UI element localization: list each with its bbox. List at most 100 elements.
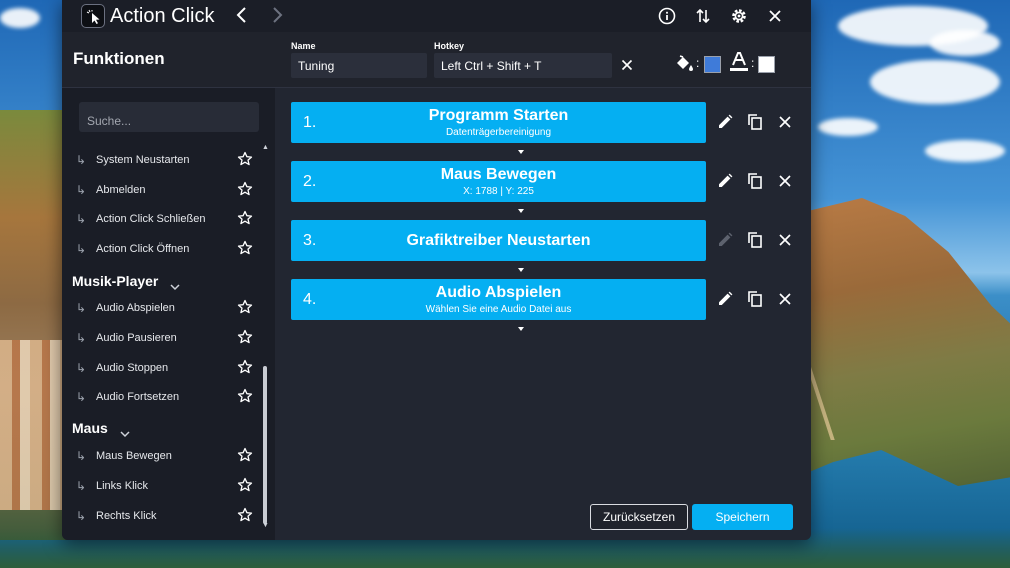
- sub-arrow-icon: ↳: [76, 183, 87, 197]
- text-color-swatch[interactable]: [758, 56, 775, 73]
- list-item-label: Action Click Öffnen: [96, 243, 190, 255]
- close-icon[interactable]: [764, 5, 786, 27]
- list-item[interactable]: ↳ Abmelden: [62, 178, 262, 204]
- star-icon[interactable]: [237, 299, 253, 315]
- list-item-label: Rechts Klick: [96, 510, 157, 522]
- sub-arrow-icon: ↳: [76, 509, 87, 523]
- copy-icon[interactable]: [746, 172, 764, 190]
- list-item[interactable]: ↳ Rechts Klick: [62, 504, 262, 530]
- reset-button[interactable]: Zurücksetzen: [590, 504, 688, 530]
- step-connector-arrow: [518, 268, 524, 272]
- sub-arrow-icon: ↳: [76, 212, 87, 226]
- sub-arrow-icon: ↳: [76, 153, 87, 167]
- color-separator: :: [751, 56, 755, 70]
- sidebar-header: Funktionen: [62, 32, 275, 88]
- app-cursor-icon: [81, 4, 105, 28]
- list-item[interactable]: ↳ System Neustarten: [62, 148, 262, 174]
- delete-icon[interactable]: [776, 231, 794, 249]
- category-musik-player[interactable]: Musik-Player: [72, 273, 180, 291]
- scrollbar-thumb[interactable]: [263, 366, 267, 524]
- step-title: Maus Bewegen: [440, 166, 557, 183]
- chevron-down-icon: [120, 425, 130, 438]
- step-connector-arrow: [518, 150, 524, 154]
- copy-icon[interactable]: [746, 113, 764, 131]
- star-icon[interactable]: [237, 447, 253, 463]
- list-item-label: Action Click Schließen: [96, 213, 206, 225]
- list-item-label: Links Klick: [96, 480, 148, 492]
- list-item[interactable]: ↳ Audio Fortsetzen: [62, 385, 262, 411]
- step-title: Audio Abspielen: [435, 284, 562, 301]
- category-maus[interactable]: Maus: [72, 420, 130, 438]
- step-title: Programm Starten: [428, 107, 569, 124]
- star-icon[interactable]: [237, 181, 253, 197]
- paint-bucket-icon: [674, 54, 696, 74]
- sub-arrow-icon: ↳: [76, 301, 87, 315]
- macro-form: Name Hotkey : :: [275, 32, 811, 88]
- clear-hotkey-icon[interactable]: [619, 57, 635, 73]
- edit-icon[interactable]: [716, 172, 734, 190]
- delete-icon[interactable]: [776, 113, 794, 131]
- sidebar: Funktionen ↳ System Neustarten ↳ Abmelde…: [62, 32, 275, 540]
- star-icon[interactable]: [237, 507, 253, 523]
- list-item[interactable]: ↳ Audio Pausieren: [62, 326, 262, 352]
- sort-icon[interactable]: [692, 5, 714, 27]
- name-field[interactable]: [291, 53, 427, 78]
- list-item-label: Abmelden: [96, 184, 146, 196]
- step-card[interactable]: 3. Grafiktreiber Neustarten: [291, 220, 706, 261]
- list-item[interactable]: ↳ Links Klick: [62, 474, 262, 500]
- forward-icon[interactable]: [267, 4, 287, 26]
- scroll-down-icon[interactable]: ▼: [262, 522, 269, 529]
- star-icon[interactable]: [237, 477, 253, 493]
- step-connector-arrow: [518, 327, 524, 331]
- sub-arrow-icon: ↳: [76, 242, 87, 256]
- info-icon[interactable]: [656, 5, 678, 27]
- name-label: Name: [291, 41, 316, 51]
- step-card[interactable]: 1. Programm Starten Datenträgerbereinigu…: [291, 102, 706, 143]
- star-icon[interactable]: [237, 151, 253, 167]
- edit-icon[interactable]: [716, 290, 734, 308]
- delete-icon[interactable]: [776, 290, 794, 308]
- sub-arrow-icon: ↳: [76, 449, 87, 463]
- star-icon[interactable]: [237, 240, 253, 256]
- list-item[interactable]: ↳ Audio Stoppen: [62, 356, 262, 382]
- star-icon[interactable]: [237, 210, 253, 226]
- star-icon[interactable]: [237, 329, 253, 345]
- copy-icon[interactable]: [746, 290, 764, 308]
- sub-arrow-icon: ↳: [76, 390, 87, 404]
- edit-icon[interactable]: [716, 113, 734, 131]
- list-item[interactable]: ↳ Maus Bewegen: [62, 444, 262, 470]
- background-color-swatch[interactable]: [704, 56, 721, 73]
- title-bar: Action Click: [62, 0, 811, 32]
- search-input[interactable]: [79, 102, 259, 132]
- sub-arrow-icon: ↳: [76, 331, 87, 345]
- step-title: Grafiktreiber Neustarten: [406, 232, 591, 249]
- list-item-label: Audio Fortsetzen: [96, 391, 180, 403]
- step-subtitle: Datenträgerbereinigung: [445, 127, 552, 138]
- save-button[interactable]: Speichern: [692, 504, 793, 530]
- step-connector-arrow: [518, 209, 524, 213]
- sidebar-scrollbar[interactable]: ▲ ▼: [262, 144, 269, 530]
- list-item-label: Audio Stoppen: [96, 362, 169, 374]
- step-subtitle: Wählen Sie eine Audio Datei aus: [425, 304, 572, 315]
- step-card[interactable]: 4. Audio Abspielen Wählen Sie eine Audio…: [291, 279, 706, 320]
- sub-arrow-icon: ↳: [76, 361, 87, 375]
- back-icon[interactable]: [232, 4, 252, 26]
- step-card[interactable]: 2. Maus Bewegen X: 1788 | Y: 225: [291, 161, 706, 202]
- category-label: Musik-Player: [72, 273, 159, 289]
- sub-arrow-icon: ↳: [76, 479, 87, 493]
- hotkey-label: Hotkey: [434, 41, 465, 51]
- list-item[interactable]: ↳ Audio Abspielen: [62, 296, 262, 322]
- list-item[interactable]: ↳ Action Click Schließen: [62, 207, 262, 233]
- text-color-icon: [729, 51, 749, 73]
- list-item-label: Maus Bewegen: [96, 450, 172, 462]
- color-separator: :: [696, 56, 700, 70]
- star-icon[interactable]: [237, 388, 253, 404]
- copy-icon[interactable]: [746, 231, 764, 249]
- delete-icon[interactable]: [776, 172, 794, 190]
- list-item[interactable]: ↳ Action Click Öffnen: [62, 237, 262, 263]
- star-icon[interactable]: [237, 359, 253, 375]
- scroll-up-icon[interactable]: ▲: [262, 144, 269, 151]
- hotkey-field[interactable]: [434, 53, 612, 78]
- chevron-down-icon: [170, 278, 180, 291]
- gear-icon[interactable]: [728, 5, 750, 27]
